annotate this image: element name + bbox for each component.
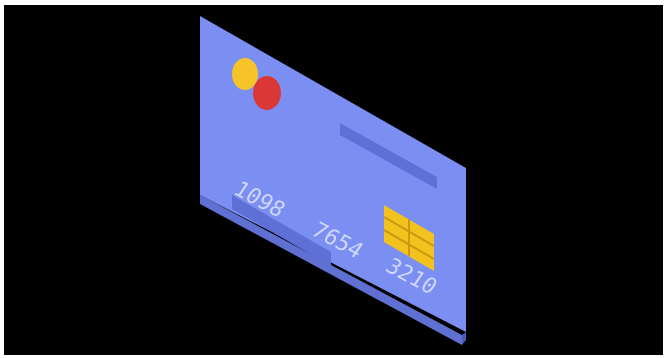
credit-card-illustration: 1098 7654 3210 xyxy=(200,16,466,345)
credit-card: 1098 7654 3210 xyxy=(200,16,466,345)
video-frame: 1098 7654 3210 xyxy=(4,5,663,355)
card-side-right xyxy=(462,332,466,345)
